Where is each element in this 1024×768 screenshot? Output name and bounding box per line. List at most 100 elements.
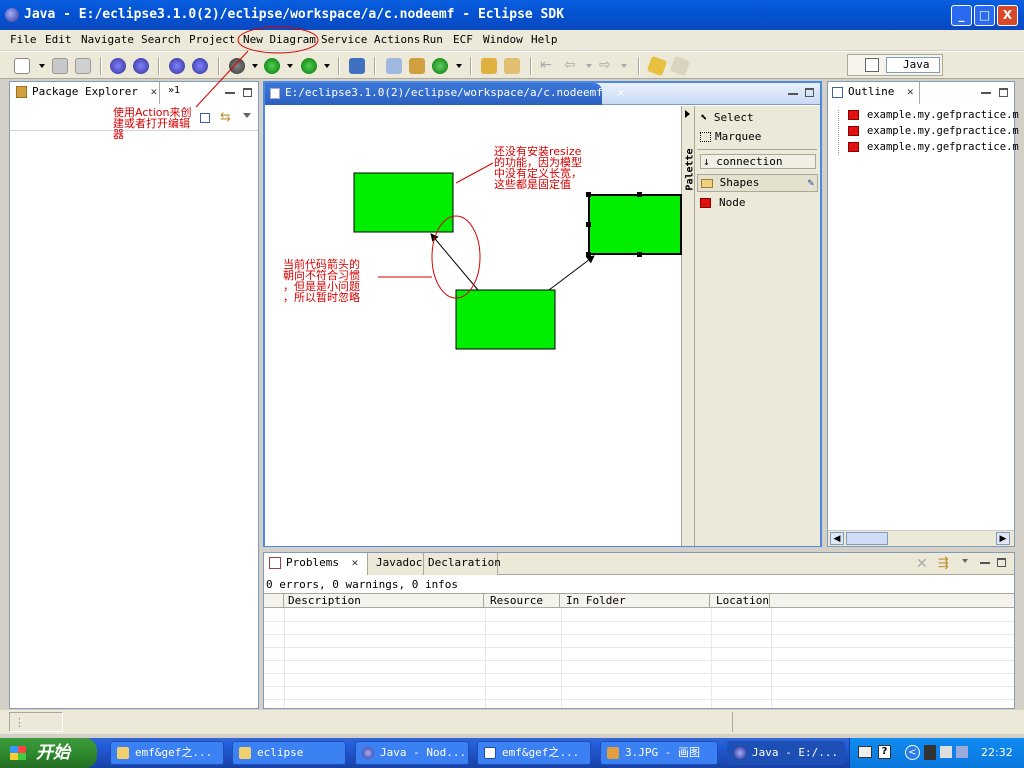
maximize-icon[interactable] <box>997 558 1006 567</box>
eclipse-action-icon[interactable] <box>110 58 126 74</box>
menu-search[interactable]: Search <box>141 33 181 46</box>
forward-dropdown-icon[interactable] <box>621 64 627 68</box>
tab-editor-file[interactable]: E:/eclipse3.1.0(2)/eclipse/workspace/a/c… <box>265 83 624 105</box>
close-tab-icon[interactable]: ✕ <box>907 85 914 98</box>
menu-run[interactable]: Run <box>423 33 443 46</box>
eclipse-action-icon[interactable] <box>133 58 149 74</box>
outline-scrollbar[interactable]: ◀ ▶ <box>828 530 1014 546</box>
taskbar-item[interactable]: 3.JPG - 画图 <box>600 741 718 765</box>
maximize-icon[interactable] <box>805 88 814 97</box>
tab-problems[interactable]: Problems ✕ <box>264 553 368 575</box>
open-type-icon[interactable] <box>481 58 497 74</box>
new-package-icon[interactable] <box>409 58 425 74</box>
run-icon[interactable] <box>264 58 280 74</box>
print-icon[interactable] <box>75 58 91 74</box>
search-icon[interactable] <box>504 58 520 74</box>
java-perspective-button[interactable]: Java <box>886 57 940 73</box>
debug-dropdown-icon[interactable] <box>252 64 258 68</box>
tab-javadoc[interactable]: Javadoc <box>368 553 424 575</box>
palette-connection[interactable]: ↓ connection <box>700 154 816 169</box>
taskbar-item[interactable]: Java - Nod... <box>355 741 469 765</box>
scroll-right-icon[interactable]: ▶ <box>996 532 1010 545</box>
debug-icon[interactable] <box>229 58 245 74</box>
network-icon[interactable] <box>940 746 952 758</box>
new-dropdown-icon[interactable] <box>39 64 45 68</box>
column-in-folder[interactable]: In Folder <box>566 594 710 607</box>
palette-marquee[interactable]: Marquee <box>700 130 761 143</box>
maximize-icon[interactable] <box>243 88 252 97</box>
external-tools-dropdown-icon[interactable] <box>324 64 330 68</box>
palette-drawer-shapes[interactable]: Shapes ✎ <box>697 174 818 192</box>
palette-select[interactable]: ⬉ Select <box>700 110 754 124</box>
taskbar-item[interactable]: emf&gef之... <box>110 741 224 765</box>
new-class-icon[interactable] <box>432 58 448 74</box>
tab-overflow[interactable]: »1 <box>168 85 180 96</box>
run-dropdown-icon[interactable] <box>287 64 293 68</box>
show-hidden-icons[interactable]: < <box>905 745 920 760</box>
new-icon[interactable] <box>14 58 30 74</box>
open-perspective-icon[interactable] <box>865 58 879 72</box>
back-icon[interactable]: ⇦ <box>564 58 580 74</box>
menu-ecf[interactable]: ECF <box>453 33 473 46</box>
minimize-icon[interactable] <box>788 89 798 95</box>
eclipse-action-icon[interactable] <box>169 58 185 74</box>
palette-node[interactable]: Node <box>700 196 746 209</box>
minimize-icon[interactable] <box>225 88 235 94</box>
view-menu-icon[interactable] <box>243 113 251 118</box>
close-tab-icon[interactable]: ✕ <box>151 85 158 98</box>
new-class-dropdown-icon[interactable] <box>456 64 462 68</box>
tab-outline[interactable]: Outline ✕ <box>828 82 920 104</box>
filter-icon[interactable]: ⇶ <box>938 556 949 571</box>
column-location[interactable]: Location <box>716 594 770 607</box>
menu-navigate[interactable]: Navigate <box>81 33 134 46</box>
new-java-project-icon[interactable] <box>386 58 402 74</box>
menu-help[interactable]: Help <box>531 33 558 46</box>
back-dropdown-icon[interactable] <box>586 64 592 68</box>
keyboard-icon[interactable] <box>858 746 872 758</box>
column-description[interactable]: Description <box>288 594 484 607</box>
close-tab-icon[interactable]: ✕ <box>352 556 359 569</box>
eclipse-action-icon[interactable] <box>192 58 208 74</box>
external-tools-icon[interactable] <box>301 58 317 74</box>
tab-declaration[interactable]: Declaration <box>424 553 501 575</box>
monitor-icon[interactable] <box>956 746 968 758</box>
pin-icon[interactable]: ✎ <box>807 175 814 191</box>
previous-annotation-icon[interactable] <box>669 55 691 77</box>
taskbar-item[interactable]: eclipse <box>232 741 346 765</box>
minimize-button[interactable]: _ <box>951 5 972 26</box>
scroll-left-icon[interactable]: ◀ <box>830 532 844 545</box>
start-button[interactable]: 开始 <box>0 738 97 768</box>
taskbar-item-active[interactable]: Java - E:/... <box>727 741 845 765</box>
delete-icon[interactable]: ✕ <box>916 556 928 572</box>
outline-item[interactable]: example.my.gefpractice.m <box>848 125 1019 137</box>
save-icon[interactable] <box>52 58 68 74</box>
last-edit-icon[interactable]: ⇤ <box>540 58 556 74</box>
maximize-button[interactable]: □ <box>974 5 995 26</box>
column-resource[interactable]: Resource <box>490 594 560 607</box>
minimize-icon[interactable] <box>980 558 990 564</box>
tab-package-explorer[interactable]: Package Explorer ✕ <box>10 82 160 104</box>
outline-item[interactable]: example.my.gefpractice.m <box>848 141 1019 153</box>
maximize-icon[interactable] <box>999 88 1008 97</box>
traffic-light-icon[interactable] <box>924 745 936 760</box>
taskbar-item[interactable]: emf&gef之... <box>477 741 591 765</box>
scroll-thumb[interactable] <box>846 532 888 545</box>
minimize-icon[interactable] <box>981 88 991 94</box>
menu-project[interactable]: Project <box>189 33 235 46</box>
forward-icon[interactable]: ⇨ <box>599 58 615 74</box>
collapse-all-icon[interactable] <box>200 113 210 123</box>
link-with-editor-icon[interactable]: ⇆ <box>220 111 234 125</box>
close-tab-icon[interactable]: ✕ <box>618 86 625 99</box>
menu-file[interactable]: File <box>10 33 37 46</box>
menu-edit[interactable]: Edit <box>45 33 72 46</box>
fast-view-bar[interactable]: ⋮ <box>9 712 63 732</box>
diagram-canvas[interactable] <box>265 106 681 546</box>
outline-item[interactable]: example.my.gefpractice.m <box>848 109 1019 121</box>
help-icon[interactable]: ? <box>878 745 891 759</box>
view-menu-icon[interactable] <box>962 559 968 563</box>
palette-expand-icon[interactable] <box>685 110 690 118</box>
next-annotation-icon[interactable] <box>646 55 668 77</box>
menu-new-diagram[interactable]: New Diagram <box>243 33 316 46</box>
menu-service-actions[interactable]: Service Actions <box>321 33 420 46</box>
close-button[interactable]: X <box>997 5 1018 26</box>
